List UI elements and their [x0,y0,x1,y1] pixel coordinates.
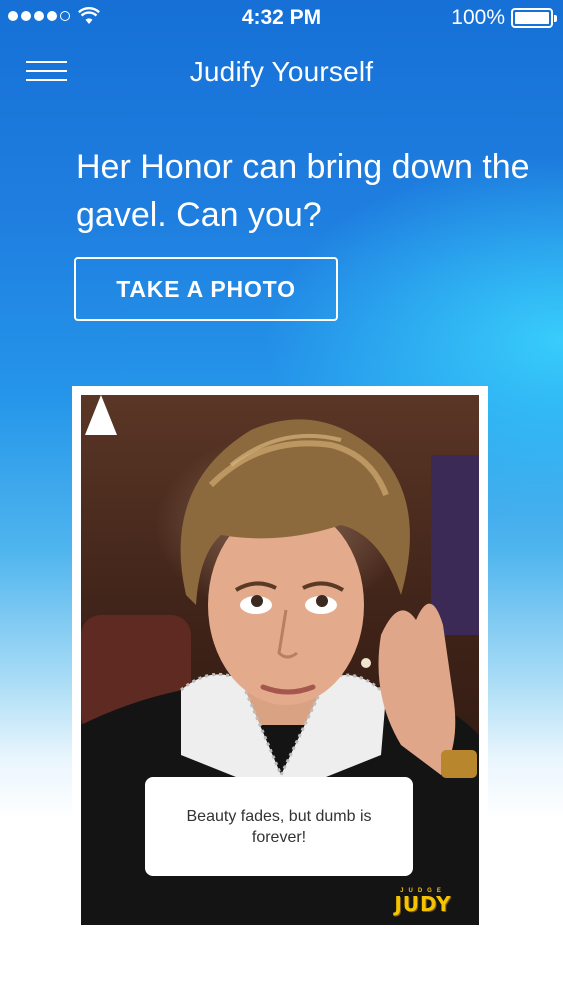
logo-big-text: JUDY [394,892,452,916]
headline-text: Her Honor can bring down the gavel. Can … [76,148,530,234]
caption-text: Beauty fades, but dumb is forever! [186,807,372,846]
take-photo-button[interactable]: TAKE A PHOTO [74,257,338,321]
judge-photo: Beauty fades, but dumb is forever! JUDGE… [81,395,479,925]
speech-bubble-tail [85,395,117,435]
result-card: Beauty fades, but dumb is forever! JUDGE… [72,386,488,934]
battery-percent: 100% [451,6,505,29]
judge-judy-logo: JUDGE JUDY [379,888,467,914]
status-bar: 4:32 PM 100% [0,0,563,36]
page-title: Judify Yourself [189,56,374,87]
caption-bubble: Beauty fades, but dumb is forever! [145,777,413,876]
battery-icon [511,8,557,28]
